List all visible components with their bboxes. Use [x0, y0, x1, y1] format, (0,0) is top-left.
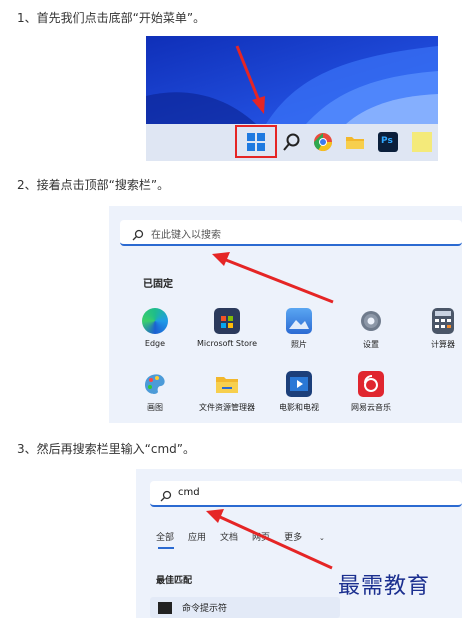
arrow-1-head: [252, 96, 265, 114]
watermark-logo: 最需教育: [338, 574, 431, 599]
arrow-1: [235, 45, 261, 102]
annotation-arrows: [206, 45, 334, 570]
arrow-3: [219, 515, 333, 570]
arrow-2: [225, 258, 334, 304]
